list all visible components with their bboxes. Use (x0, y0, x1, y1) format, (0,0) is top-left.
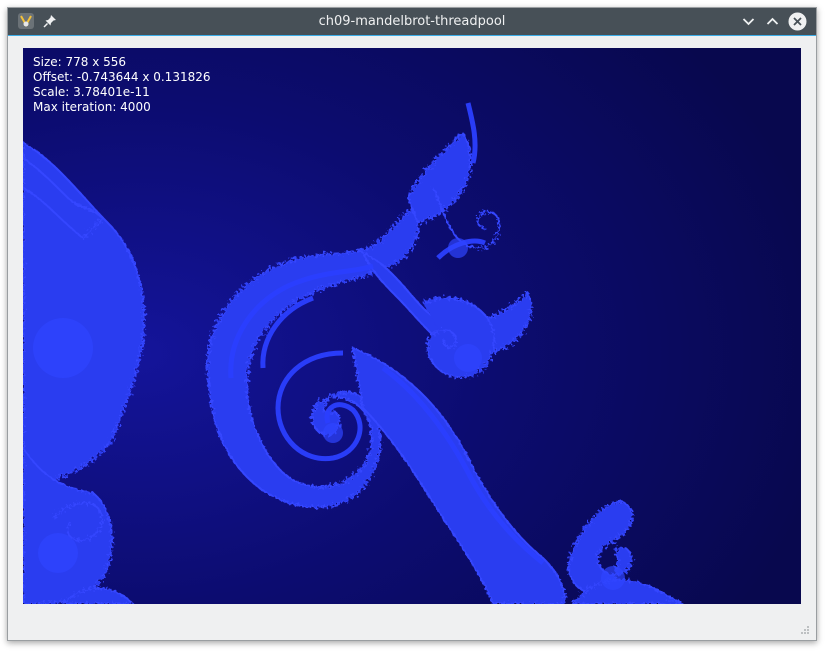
info-size: Size: 778 x 556 (33, 55, 127, 69)
chevron-up-icon (766, 17, 779, 25)
app-window: ch09-mandelbrot-threadpool Size: 778 x 5… (7, 7, 817, 641)
mandelbrot-fractal-image (23, 48, 801, 604)
minimize-button[interactable] (739, 12, 758, 31)
maximize-button[interactable] (763, 12, 782, 31)
resize-grip-icon[interactable] (800, 625, 810, 635)
info-offset: Offset: -0.743644 x 0.131826 (33, 70, 211, 84)
app-icon[interactable] (17, 12, 35, 30)
window-title: ch09-mandelbrot-threadpool (318, 14, 506, 29)
title-bar[interactable]: ch09-mandelbrot-threadpool (8, 8, 816, 36)
pin-icon[interactable] (42, 13, 58, 29)
chevron-down-icon (742, 18, 755, 26)
info-scale: Scale: 3.78401e-11 (33, 85, 150, 99)
mandelbrot-canvas[interactable]: Size: 778 x 556 Offset: -0.743644 x 0.13… (23, 48, 801, 604)
info-max-iteration: Max iteration: 4000 (33, 100, 151, 114)
close-button[interactable] (788, 12, 807, 31)
info-overlay: Size: 778 x 556 Offset: -0.743644 x 0.13… (33, 55, 211, 115)
